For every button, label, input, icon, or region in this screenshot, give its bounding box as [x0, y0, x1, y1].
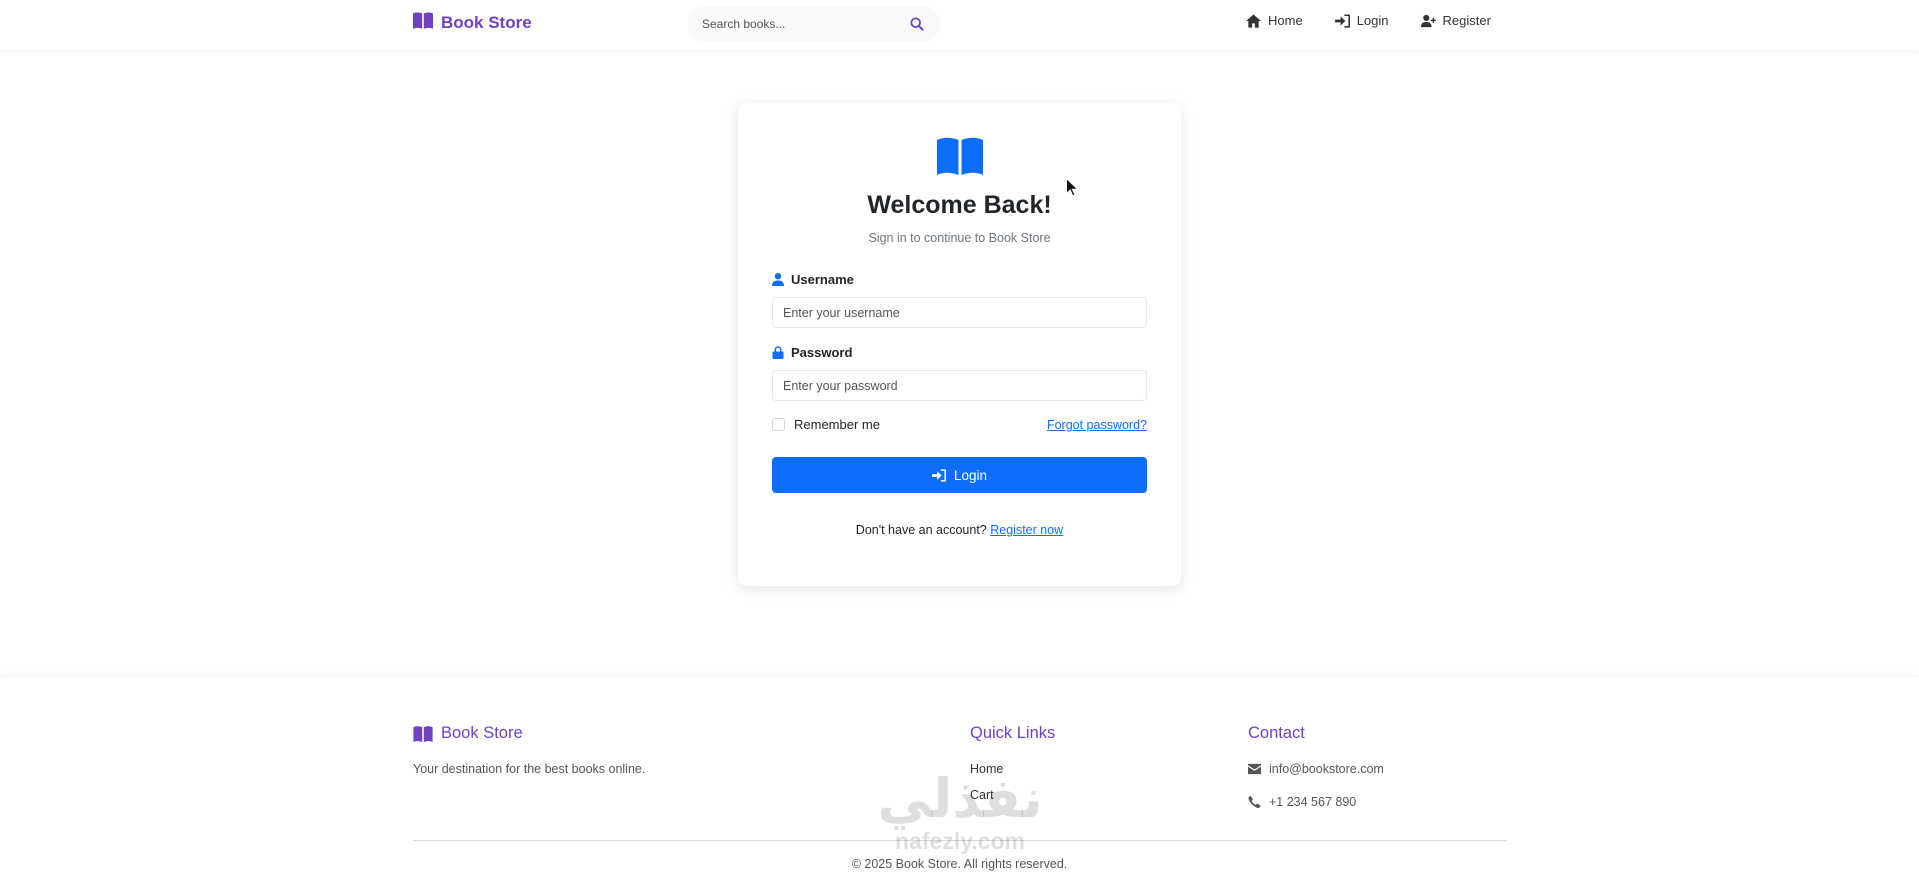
footer-tagline: Your destination for the best books onli… [413, 762, 646, 776]
envelope-icon [1248, 763, 1261, 775]
login-card: Welcome Back! Sign in to continue to Boo… [738, 103, 1181, 586]
remember-me: Remember me [772, 417, 880, 432]
lock-icon [772, 346, 784, 359]
mouse-cursor-icon [1066, 177, 1079, 197]
forgot-password-link[interactable]: Forgot password? [1047, 418, 1147, 432]
book-open-icon [413, 12, 433, 34]
book-open-icon [413, 725, 433, 742]
footer-link-home[interactable]: Home [970, 762, 1003, 788]
contact-phone-text: +1 234 567 890 [1269, 795, 1357, 809]
footer-link-cart[interactable]: Cart [970, 788, 1003, 814]
footer-copyright: © 2025 Book Store. All rights reserved. [851, 857, 1068, 871]
quick-links-heading: Quick Links [970, 724, 1056, 742]
remember-me-checkbox[interactable] [772, 418, 785, 431]
password-label: Password [772, 345, 852, 360]
search-input[interactable] [702, 17, 908, 31]
login-title: Welcome Back! [867, 191, 1052, 219]
book-open-icon [937, 137, 983, 175]
username-label: Username [772, 272, 854, 287]
nav-home[interactable]: Home [1246, 13, 1303, 28]
navbar: Book Store Home Login Register [0, 0, 1919, 50]
contact-email: info@bookstore.com [1248, 762, 1384, 795]
user-icon [772, 273, 784, 286]
search-bar [688, 6, 940, 42]
nav-register[interactable]: Register [1420, 13, 1491, 28]
nav-register-label: Register [1442, 13, 1491, 28]
footer-brand: Book Store [413, 724, 523, 743]
nav-home-label: Home [1268, 13, 1303, 28]
phone-icon [1248, 796, 1261, 808]
password-input[interactable] [772, 370, 1147, 401]
nav-login[interactable]: Login [1334, 13, 1389, 28]
contact-phone: +1 234 567 890 [1248, 795, 1384, 828]
contact-email-text: info@bookstore.com [1269, 762, 1384, 776]
footer-brand-label: Book Store [441, 724, 523, 742]
home-icon [1246, 13, 1261, 28]
nav-login-label: Login [1356, 13, 1389, 28]
remember-me-label: Remember me [794, 417, 880, 432]
register-now-link[interactable]: Register now [990, 523, 1063, 537]
brand-label: Book Store [441, 13, 532, 32]
search-button[interactable] [908, 15, 926, 33]
contact-list: info@bookstore.com +1 234 567 890 [1248, 762, 1384, 828]
search-icon [910, 17, 924, 31]
password-label-text: Password [791, 345, 853, 360]
login-subtitle: Sign in to continue to Book Store [868, 231, 1051, 245]
login-button-label: Login [953, 467, 988, 483]
username-input[interactable] [772, 297, 1147, 328]
sign-in-icon [1334, 13, 1350, 28]
login-button[interactable]: Login [772, 457, 1147, 493]
no-account-text: Don't have an account? [855, 523, 987, 537]
quick-links-list: Home Cart [970, 762, 1003, 814]
footer: Book Store Your destination for the best… [0, 677, 1919, 882]
user-plus-icon [1420, 14, 1436, 27]
nav-links: Home Login Register [1246, 13, 1491, 28]
sign-in-icon [931, 468, 946, 482]
username-label-text: Username [791, 272, 854, 287]
contact-heading: Contact [1248, 724, 1305, 742]
navbar-brand[interactable]: Book Store [413, 12, 532, 34]
footer-divider [413, 840, 1507, 841]
register-prompt: Don't have an account? Register now [738, 523, 1181, 537]
